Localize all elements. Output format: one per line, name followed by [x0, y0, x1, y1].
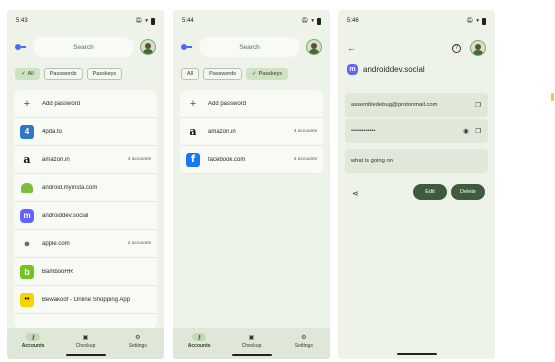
bottom-nav: ⚷ Accounts ▣ Checkup ⚙ Settings: [173, 328, 330, 359]
highlight-marker: [551, 93, 554, 101]
home-indicator[interactable]: [65, 354, 106, 356]
list-item[interactable]: 4 4pda.to: [14, 118, 157, 146]
account-detail-screen: 5:46 🔕︎ ▾ ← ? m androiddev.social assembl…: [338, 10, 495, 359]
list-item[interactable]: a amazon.in 4 accounts: [180, 118, 323, 146]
plus-icon: +: [23, 97, 31, 110]
back-arrow-icon[interactable]: ←: [347, 43, 356, 53]
edit-button[interactable]: Edit: [413, 184, 447, 200]
password-field[interactable]: •••••••••••• ◉ ❐: [345, 119, 488, 143]
status-time: 5:46: [347, 18, 359, 24]
battery-icon: [151, 17, 155, 25]
wifi-icon: ▾: [476, 18, 479, 24]
filter-chips: All Passwords ✓ Passkeys: [181, 68, 289, 80]
top-bar: Search: [181, 36, 322, 58]
chip-all[interactable]: ✓ All: [15, 68, 40, 80]
status-bar: 5:44 🔕︎ ▾: [182, 16, 321, 26]
password-manager-logo-icon: [15, 43, 27, 51]
mastodon-icon: m: [20, 208, 34, 223]
nav-settings[interactable]: ⚙ Settings: [284, 333, 324, 359]
add-password-button[interactable]: + Add password: [14, 90, 157, 118]
status-time: 5:43: [16, 18, 28, 24]
avatar[interactable]: [470, 40, 486, 56]
amazon-icon: a: [23, 153, 31, 166]
chip-passkeys[interactable]: Passkeys: [86, 68, 123, 80]
status-bar: 5:43 🔕︎ ▾: [16, 16, 155, 26]
battery-icon: [482, 17, 486, 25]
chip-passwords[interactable]: Passwords: [43, 68, 83, 80]
search-input[interactable]: Search: [199, 37, 300, 57]
nav-settings[interactable]: ⚙ Settings: [118, 333, 158, 359]
home-indicator[interactable]: [396, 353, 437, 355]
status-bar: 5:46 🔕︎ ▾: [347, 16, 486, 26]
chip-passwords[interactable]: Passwords: [203, 68, 243, 80]
chip-all[interactable]: All: [181, 68, 200, 80]
list-item[interactable]: android.myinsta.com: [14, 174, 157, 202]
battery-icon: [317, 17, 321, 25]
android-icon: [20, 181, 34, 195]
wifi-icon: ▾: [145, 18, 148, 24]
accounts-list: + Add password 4 4pda.to a amazon.in 4 a…: [14, 90, 157, 329]
show-password-icon[interactable]: ◉: [462, 127, 470, 135]
mute-icon: 🔕︎: [301, 18, 309, 24]
list-item[interactable]: a amazon.in 4 accounts: [14, 146, 157, 174]
mute-icon: 🔕︎: [466, 18, 474, 24]
bewakoof-icon: ••: [20, 292, 34, 307]
list-item[interactable]: m androiddev.social: [14, 202, 157, 230]
mute-icon: 🔕︎: [135, 18, 143, 24]
key-icon: ⚷: [26, 333, 41, 341]
list-item[interactable]: •• Bewakoof - Online Shopping App: [14, 286, 157, 314]
key-icon: ⚷: [192, 333, 207, 341]
gear-icon: ⚙: [301, 334, 307, 341]
status-time: 5:44: [182, 18, 194, 24]
check-icon: ✓: [21, 71, 26, 77]
detail-top-bar: ← ?: [347, 40, 486, 56]
apple-icon: ●: [23, 237, 31, 250]
help-icon[interactable]: ?: [452, 43, 461, 53]
page-title: m androiddev.social: [347, 64, 425, 75]
password-manager-logo-icon: [181, 43, 193, 51]
nav-accounts[interactable]: ⚷ Accounts: [13, 333, 53, 359]
bamboohr-icon: b: [20, 264, 34, 279]
mastodon-icon: m: [347, 64, 358, 75]
plus-icon: +: [189, 97, 197, 110]
copy-icon[interactable]: ❐: [474, 127, 482, 135]
filter-chips: ✓ All Passwords Passkeys: [15, 68, 123, 80]
username-field[interactable]: assembledebug@protonmail.com ❐: [345, 93, 488, 117]
delete-button[interactable]: Delete: [451, 184, 485, 200]
gear-icon: ⚙: [135, 334, 141, 341]
check-icon: ✓: [252, 71, 257, 77]
note-field[interactable]: what is going on: [345, 149, 488, 173]
4pda-icon: 4: [20, 124, 34, 139]
top-bar: Search: [15, 36, 156, 58]
avatar[interactable]: [306, 39, 322, 55]
search-input[interactable]: Search: [33, 37, 134, 57]
accounts-list: + Add password a amazon.in 4 accounts f …: [180, 90, 323, 174]
accounts-screen-all: 5:43 🔕︎ ▾ Search ✓ All Passwords Passkeys …: [7, 10, 164, 359]
list-item[interactable]: b BambooHR: [14, 258, 157, 286]
avatar[interactable]: [140, 39, 156, 55]
home-indicator[interactable]: [231, 354, 272, 356]
wifi-icon: ▾: [311, 18, 314, 24]
facebook-icon: f: [186, 152, 200, 167]
list-item[interactable]: ● apple.com 2 accounts: [14, 230, 157, 258]
nav-accounts[interactable]: ⚷ Accounts: [179, 333, 219, 359]
accounts-screen-passkeys: 5:44 🔕︎ ▾ Search All Passwords ✓ Passkeys …: [173, 10, 330, 359]
copy-icon[interactable]: ❐: [474, 101, 482, 109]
bottom-nav: ⚷ Accounts ▣ Checkup ⚙ Settings: [7, 328, 164, 359]
checkup-icon: ▣: [248, 334, 255, 341]
add-password-button[interactable]: + Add password: [180, 90, 323, 118]
checkup-icon: ▣: [82, 334, 89, 341]
share-icon[interactable]: ⋖: [352, 189, 359, 198]
amazon-icon: a: [189, 125, 197, 138]
chip-passkeys[interactable]: ✓ Passkeys: [246, 68, 289, 80]
list-item[interactable]: f facebook.com 3 accounts: [180, 146, 323, 174]
